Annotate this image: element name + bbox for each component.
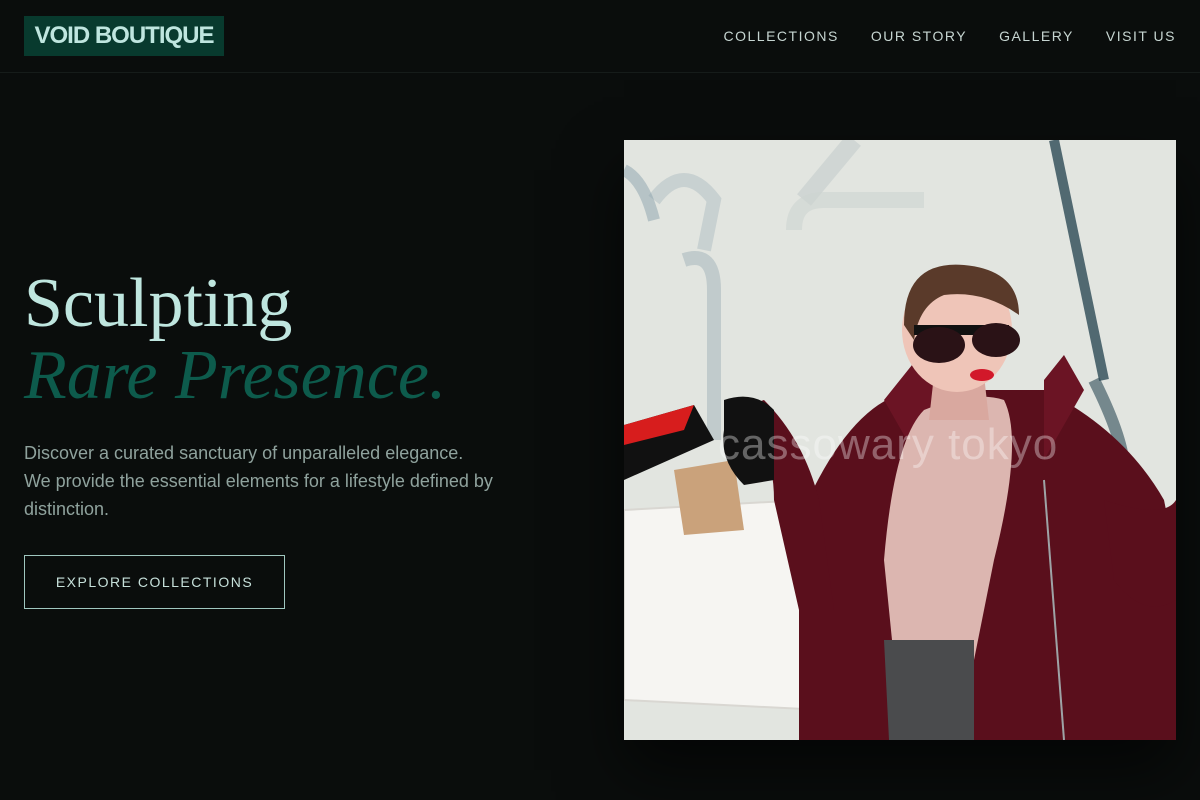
hero-title-line-2: Rare Presence. — [24, 337, 447, 414]
nav-link-visit-us[interactable]: VISIT US — [1106, 27, 1176, 45]
nav-link-gallery[interactable]: GALLERY — [999, 27, 1074, 45]
nav-link-collections[interactable]: COLLECTIONS — [724, 27, 839, 45]
explore-collections-button[interactable]: EXPLORE COLLECTIONS — [24, 555, 285, 609]
watermark-text: cassowary tokyo — [718, 420, 1059, 469]
site-header: VOID BOUTIQUE COLLECTIONS OUR STORY GALL… — [0, 0, 1200, 73]
hero-title: Sculpting Rare Presence. — [24, 268, 446, 412]
landing-page: VOID BOUTIQUE COLLECTIONS OUR STORY GALL… — [0, 0, 1200, 800]
brand-logo[interactable]: VOID BOUTIQUE — [24, 16, 224, 56]
nav-link-our-story[interactable]: OUR STORY — [871, 27, 967, 45]
main-nav: COLLECTIONS OUR STORY GALLERY VISIT US — [724, 27, 1176, 45]
hero-image: cassowary tokyo — [624, 140, 1176, 740]
hero-title-line-1: Sculpting — [24, 265, 293, 342]
hero-description: Discover a curated sanctuary of unparall… — [24, 443, 493, 519]
